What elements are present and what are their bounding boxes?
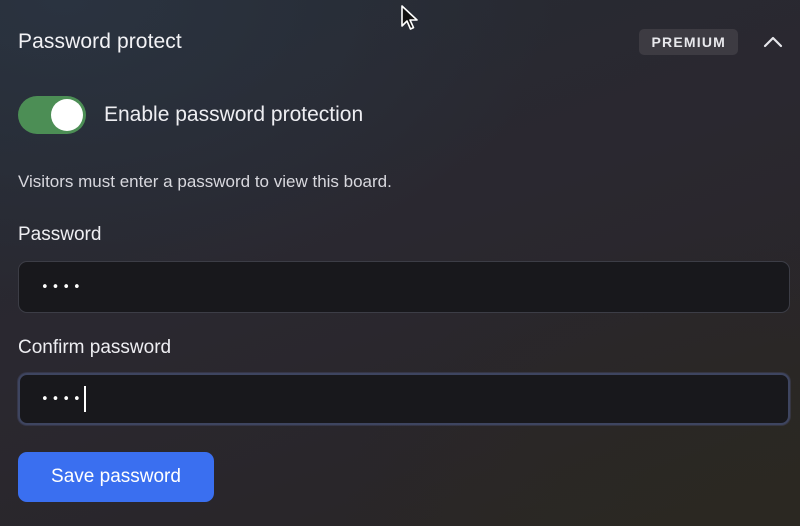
header-actions: PREMIUM <box>639 27 788 57</box>
toggle-label: Enable password protection <box>104 103 364 126</box>
password-protection-toggle-row: Enable password protection <box>18 96 363 134</box>
password-label: Password <box>18 224 102 245</box>
password-masked-value: •••• <box>41 279 84 295</box>
password-protect-panel: Password protect PREMIUM Enable password… <box>0 0 800 526</box>
section-title: Password protect <box>18 30 182 53</box>
description-text: Visitors must enter a password to view t… <box>18 172 392 191</box>
save-password-button[interactable]: Save password <box>18 452 214 502</box>
chevron-up-icon <box>763 36 783 48</box>
toggle-knob <box>51 99 83 131</box>
text-caret <box>83 386 86 412</box>
collapse-button[interactable] <box>758 27 788 57</box>
premium-badge: PREMIUM <box>639 29 738 55</box>
password-protection-toggle[interactable] <box>18 96 86 134</box>
confirm-password-label: Confirm password <box>18 337 172 358</box>
confirm-password-input[interactable]: •••• <box>18 373 790 425</box>
mouse-cursor-icon <box>401 5 418 30</box>
password-input[interactable]: •••• <box>18 261 790 313</box>
confirm-password-masked-value: •••• <box>41 391 84 407</box>
